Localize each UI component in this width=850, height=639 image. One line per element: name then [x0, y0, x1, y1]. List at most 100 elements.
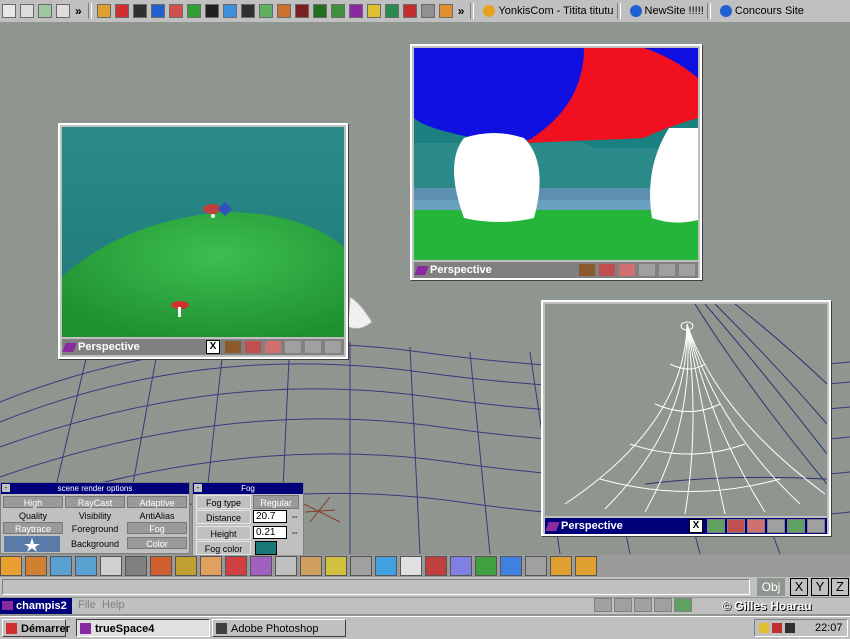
- image-icon[interactable]: [38, 4, 52, 18]
- grid-icon[interactable]: [420, 4, 435, 18]
- paint-icon[interactable]: [276, 4, 291, 18]
- runner-icon[interactable]: [132, 4, 147, 18]
- render-tool-icon[interactable]: [575, 556, 597, 576]
- pencil-icon[interactable]: [366, 4, 381, 18]
- person-icon[interactable]: [96, 4, 111, 18]
- task-truespace[interactable]: trueSpace4: [76, 619, 210, 637]
- camera-icon[interactable]: [767, 519, 785, 533]
- render-object-icon[interactable]: [264, 340, 282, 354]
- paint-tool-icon[interactable]: [325, 556, 347, 576]
- green-app-icon[interactable]: [186, 4, 201, 18]
- ie-icon[interactable]: [150, 4, 165, 18]
- link-yonkis[interactable]: YonkisCom - Titita titutu: [483, 5, 614, 17]
- object-view-icon[interactable]: [224, 340, 242, 354]
- cube-icon[interactable]: [150, 556, 172, 576]
- fog-type-button[interactable]: Regular: [253, 495, 299, 509]
- document-icon[interactable]: [56, 4, 70, 18]
- height-drag-icon[interactable]: ⇔: [289, 526, 300, 539]
- y-axis-button[interactable]: Y: [811, 578, 829, 596]
- eyedropper-icon[interactable]: [50, 556, 72, 576]
- minimize-icon[interactable]: -: [2, 484, 10, 492]
- library-icon[interactable]: [525, 556, 547, 576]
- opt-quality[interactable]: Quality: [3, 509, 63, 521]
- viewport-titlebar[interactable]: Perspective X: [62, 339, 344, 355]
- link-newsite[interactable]: NewSite !!!!!: [629, 5, 704, 17]
- view-icon[interactable]: [654, 598, 672, 612]
- opt-visibility[interactable]: Visibility: [65, 509, 125, 521]
- close-button[interactable]: X: [689, 519, 703, 533]
- navigate-icon[interactable]: [658, 263, 676, 277]
- sun-icon[interactable]: [438, 4, 453, 18]
- opt-foreground[interactable]: Foreground: [65, 522, 125, 534]
- render-icon[interactable]: [727, 519, 745, 533]
- opt-adaptive[interactable]: Adaptive: [127, 496, 187, 508]
- object-view-icon[interactable]: [578, 263, 596, 277]
- fog-color-swatch[interactable]: [255, 541, 277, 555]
- pointer-icon[interactable]: [75, 556, 97, 576]
- height-input[interactable]: 0.21: [253, 526, 287, 539]
- menu-file[interactable]: File: [78, 599, 96, 611]
- axis-icon[interactable]: [807, 519, 825, 533]
- distance-drag-icon[interactable]: ⇔: [289, 510, 300, 523]
- object-icon[interactable]: [25, 556, 47, 576]
- render-icon[interactable]: [244, 340, 262, 354]
- keyboard-icon[interactable]: [20, 4, 34, 18]
- brush-icon[interactable]: [258, 4, 273, 18]
- down-arrow-icon[interactable]: [125, 556, 147, 576]
- axis-icon[interactable]: [324, 340, 342, 354]
- viewport-titlebar[interactable]: Perspective X: [545, 518, 827, 534]
- viewport-titlebar[interactable]: Perspective: [414, 262, 698, 278]
- deform-icon[interactable]: [175, 556, 197, 576]
- opt-raycast[interactable]: RayCast: [65, 496, 125, 508]
- box-icon[interactable]: [222, 4, 237, 18]
- opt-high[interactable]: High: [3, 496, 63, 508]
- globe-icon[interactable]: [312, 4, 327, 18]
- perspective-viewport-hill[interactable]: Perspective X: [58, 123, 348, 359]
- spline-icon[interactable]: [275, 556, 297, 576]
- menu-help[interactable]: Help: [102, 599, 125, 611]
- grid-tool-icon[interactable]: [450, 556, 472, 576]
- 3d-text-icon[interactable]: [500, 556, 522, 576]
- eye-move-icon[interactable]: [0, 556, 22, 576]
- render-icon[interactable]: [598, 263, 616, 277]
- tree-icon[interactable]: [384, 4, 399, 18]
- x-axis-button[interactable]: X: [790, 578, 808, 596]
- tray-app-icon[interactable]: [785, 623, 795, 633]
- obj-axis-button[interactable]: Obj: [757, 578, 785, 596]
- wire-view-icon[interactable]: [707, 519, 725, 533]
- figure-icon[interactable]: [114, 4, 129, 18]
- z-axis-button[interactable]: Z: [831, 578, 849, 596]
- view-icon[interactable]: [594, 598, 612, 612]
- task-photoshop[interactable]: Adobe Photoshop: [212, 619, 346, 637]
- opt-fog[interactable]: Fog: [127, 522, 187, 534]
- window-icon[interactable]: [2, 4, 16, 18]
- flower-icon[interactable]: [330, 4, 345, 18]
- terrain-icon[interactable]: [475, 556, 497, 576]
- boolean-icon[interactable]: [250, 556, 272, 576]
- view-icon[interactable]: [634, 598, 652, 612]
- navigate-icon[interactable]: [787, 519, 805, 533]
- opt-color[interactable]: Color: [127, 537, 187, 549]
- more-chevron[interactable]: »: [458, 4, 465, 18]
- pencil-tool-icon[interactable]: [300, 556, 322, 576]
- animation-icon[interactable]: [550, 556, 572, 576]
- view-icon[interactable]: [614, 598, 632, 612]
- render-object-icon[interactable]: [618, 263, 636, 277]
- opt-antialias[interactable]: AntiAlias: [127, 509, 187, 521]
- render-object-icon[interactable]: [747, 519, 765, 533]
- move-icon[interactable]: [100, 556, 122, 576]
- target-icon[interactable]: [168, 4, 183, 18]
- distance-input[interactable]: 20.7: [253, 510, 287, 523]
- face-icon[interactable]: [240, 4, 255, 18]
- film-icon[interactable]: [294, 4, 309, 18]
- close-button[interactable]: X: [206, 340, 220, 354]
- red-app-icon[interactable]: [402, 4, 417, 18]
- start-button[interactable]: Démarrer: [2, 619, 70, 637]
- axis-icon[interactable]: [678, 263, 696, 277]
- link-concours[interactable]: Concours Site: [719, 5, 804, 17]
- axes-tool-icon[interactable]: [425, 556, 447, 576]
- primitive-icon[interactable]: [375, 556, 397, 576]
- opt-raytrace[interactable]: Raytrace: [3, 522, 63, 534]
- opt-background[interactable]: Background: [65, 537, 125, 549]
- x-app-icon[interactable]: [204, 4, 219, 18]
